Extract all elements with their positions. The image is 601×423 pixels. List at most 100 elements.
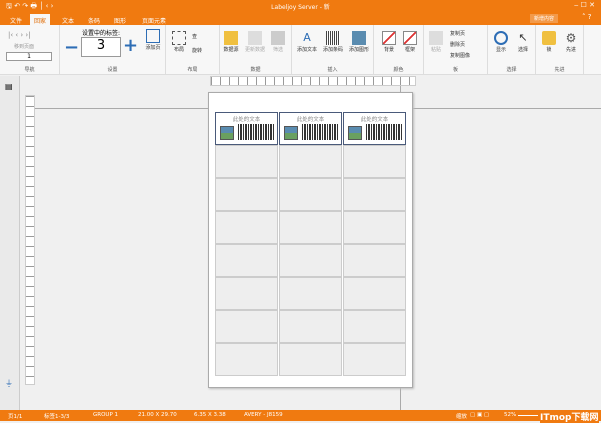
label-cell[interactable] xyxy=(279,277,342,310)
label-cell[interactable] xyxy=(215,178,278,211)
layout-label: 布局 xyxy=(173,47,184,53)
tab-text[interactable]: 文本 xyxy=(58,14,78,25)
label-image-icon[interactable] xyxy=(220,126,234,140)
advanced-button[interactable]: ⚙ 先进 xyxy=(562,31,580,53)
label-cell[interactable] xyxy=(215,343,278,376)
text-icon: A xyxy=(303,31,311,44)
window-controls[interactable]: ‒ ☐ ✕ xyxy=(574,1,595,9)
delete-page-button[interactable]: 删除页 xyxy=(450,41,465,48)
copy-page-button[interactable]: 复制页 xyxy=(450,30,465,37)
label-text[interactable]: 此处的文本 xyxy=(216,115,277,123)
label-cell[interactable] xyxy=(215,244,278,277)
add-image-button[interactable]: 添加图形 xyxy=(346,31,372,53)
label-barcode[interactable] xyxy=(302,124,338,140)
zoom-value: 52% xyxy=(504,412,517,418)
cursor-icon: ↖ xyxy=(518,31,528,44)
layout-button[interactable]: 布局 xyxy=(170,31,188,53)
status-page: 页1/1 xyxy=(8,414,23,420)
label-cell[interactable] xyxy=(343,343,406,376)
select-button[interactable]: ↖ 选择 xyxy=(514,31,532,53)
label-cell[interactable] xyxy=(279,145,342,178)
data-source-button[interactable]: 数据源 xyxy=(220,31,242,53)
label-cell[interactable]: 此处的文本 xyxy=(279,112,342,145)
show-button[interactable]: 显示 xyxy=(492,31,510,53)
label-image-icon[interactable] xyxy=(284,126,298,140)
group-color: 背景 框架 颜色 xyxy=(374,25,424,75)
label-cell[interactable] xyxy=(343,211,406,244)
data-source-label: 数据源 xyxy=(223,47,239,53)
watermark: ITmop下载网 xyxy=(540,410,599,423)
add-barcode-label: 添加条码 xyxy=(322,47,343,53)
tab-shape[interactable]: 图形 xyxy=(110,14,130,25)
page-view-icons[interactable]: ▢ ▣ ▢ xyxy=(470,412,489,418)
group-label: 选择 xyxy=(506,67,517,73)
edit-button[interactable]: 查 xyxy=(192,33,197,40)
label-cell[interactable] xyxy=(279,178,342,211)
label-cell[interactable] xyxy=(279,211,342,244)
label-cell[interactable] xyxy=(343,310,406,343)
add-image-label: 添加图形 xyxy=(348,47,369,53)
nav-arrows[interactable]: |‹ ‹ › ›| xyxy=(8,31,31,39)
label-text[interactable]: 此处的文本 xyxy=(280,115,341,123)
paste-icon xyxy=(429,31,443,45)
rotate-button[interactable]: 旋转 xyxy=(192,47,202,54)
plus-button[interactable]: + xyxy=(123,35,138,56)
label-barcode[interactable] xyxy=(366,124,402,140)
plug-icon[interactable]: ⏚ xyxy=(5,378,13,389)
label-barcode[interactable] xyxy=(238,124,274,140)
label-cell[interactable]: 此处的文本 xyxy=(215,112,278,145)
advanced-label: 先进 xyxy=(565,47,576,53)
zoom-slider[interactable] xyxy=(518,415,538,416)
update-data-button[interactable]: 更新数据 xyxy=(242,31,268,53)
add-barcode-button[interactable]: 添加条码 xyxy=(320,31,346,53)
label-image-icon[interactable] xyxy=(348,126,362,140)
tab-barcode[interactable]: 条码 xyxy=(84,14,104,25)
panel-icon[interactable]: ▤ xyxy=(5,82,13,91)
update-label: 更新数据 xyxy=(244,47,265,53)
label-cell[interactable] xyxy=(279,244,342,277)
label-cell[interactable] xyxy=(279,343,342,376)
barcode-icon xyxy=(326,31,340,45)
group-board: 粘贴 复制页 删除页 复制图像 板 xyxy=(424,25,488,75)
group-label: 板 xyxy=(452,67,458,73)
background-button[interactable]: 背景 xyxy=(380,31,398,53)
minus-button[interactable]: − xyxy=(64,37,79,58)
status-template[interactable]: AVERY - J8159 xyxy=(244,412,283,418)
label-cell[interactable] xyxy=(215,211,278,244)
label-cell[interactable] xyxy=(215,310,278,343)
help-icon[interactable]: ˄ ? xyxy=(582,13,591,21)
layout-icon xyxy=(172,31,186,45)
add-text-button[interactable]: A 添加文本 xyxy=(294,31,320,53)
label-cell[interactable] xyxy=(279,310,342,343)
copy-image-button[interactable]: 复制图像 xyxy=(450,52,470,59)
tab-page-elements[interactable]: 页面元素 xyxy=(138,14,170,25)
add-page-button[interactable]: 添加页 xyxy=(142,29,164,51)
new-content-button[interactable]: 新增内容 xyxy=(530,14,559,23)
selected-value[interactable]: 3 xyxy=(81,37,121,57)
status-labels: 标签1-3/3 xyxy=(44,414,70,420)
group-select: 显示 ↖ 选择 选择 xyxy=(488,25,536,75)
label-cell[interactable]: 此处的文本 xyxy=(343,112,406,145)
border-color-icon xyxy=(403,31,417,45)
filter-icon xyxy=(271,31,285,45)
label-text[interactable]: 此处的文本 xyxy=(344,115,405,123)
lock-icon xyxy=(542,31,556,45)
tab-file[interactable]: 文件 xyxy=(6,14,26,25)
label-cell[interactable] xyxy=(343,145,406,178)
label-cell[interactable] xyxy=(343,244,406,277)
select-label: 选择 xyxy=(517,47,528,53)
label-cell[interactable] xyxy=(343,178,406,211)
lock-button[interactable]: 锁 xyxy=(540,31,558,53)
page-input[interactable]: 1 xyxy=(6,52,52,61)
show-label: 显示 xyxy=(495,47,506,53)
label-cell[interactable] xyxy=(215,145,278,178)
selected-label-caption: 设置中的标签: xyxy=(82,30,121,37)
group-label: 设置 xyxy=(107,67,118,73)
tab-home[interactable]: 回家 xyxy=(30,14,51,25)
border-button[interactable]: 框架 xyxy=(401,31,419,53)
image-icon xyxy=(352,31,366,45)
paste-button[interactable]: 粘贴 xyxy=(428,31,444,53)
label-cell[interactable] xyxy=(215,277,278,310)
label-cell[interactable] xyxy=(343,277,406,310)
filter-button[interactable]: 筛选 xyxy=(268,31,288,53)
